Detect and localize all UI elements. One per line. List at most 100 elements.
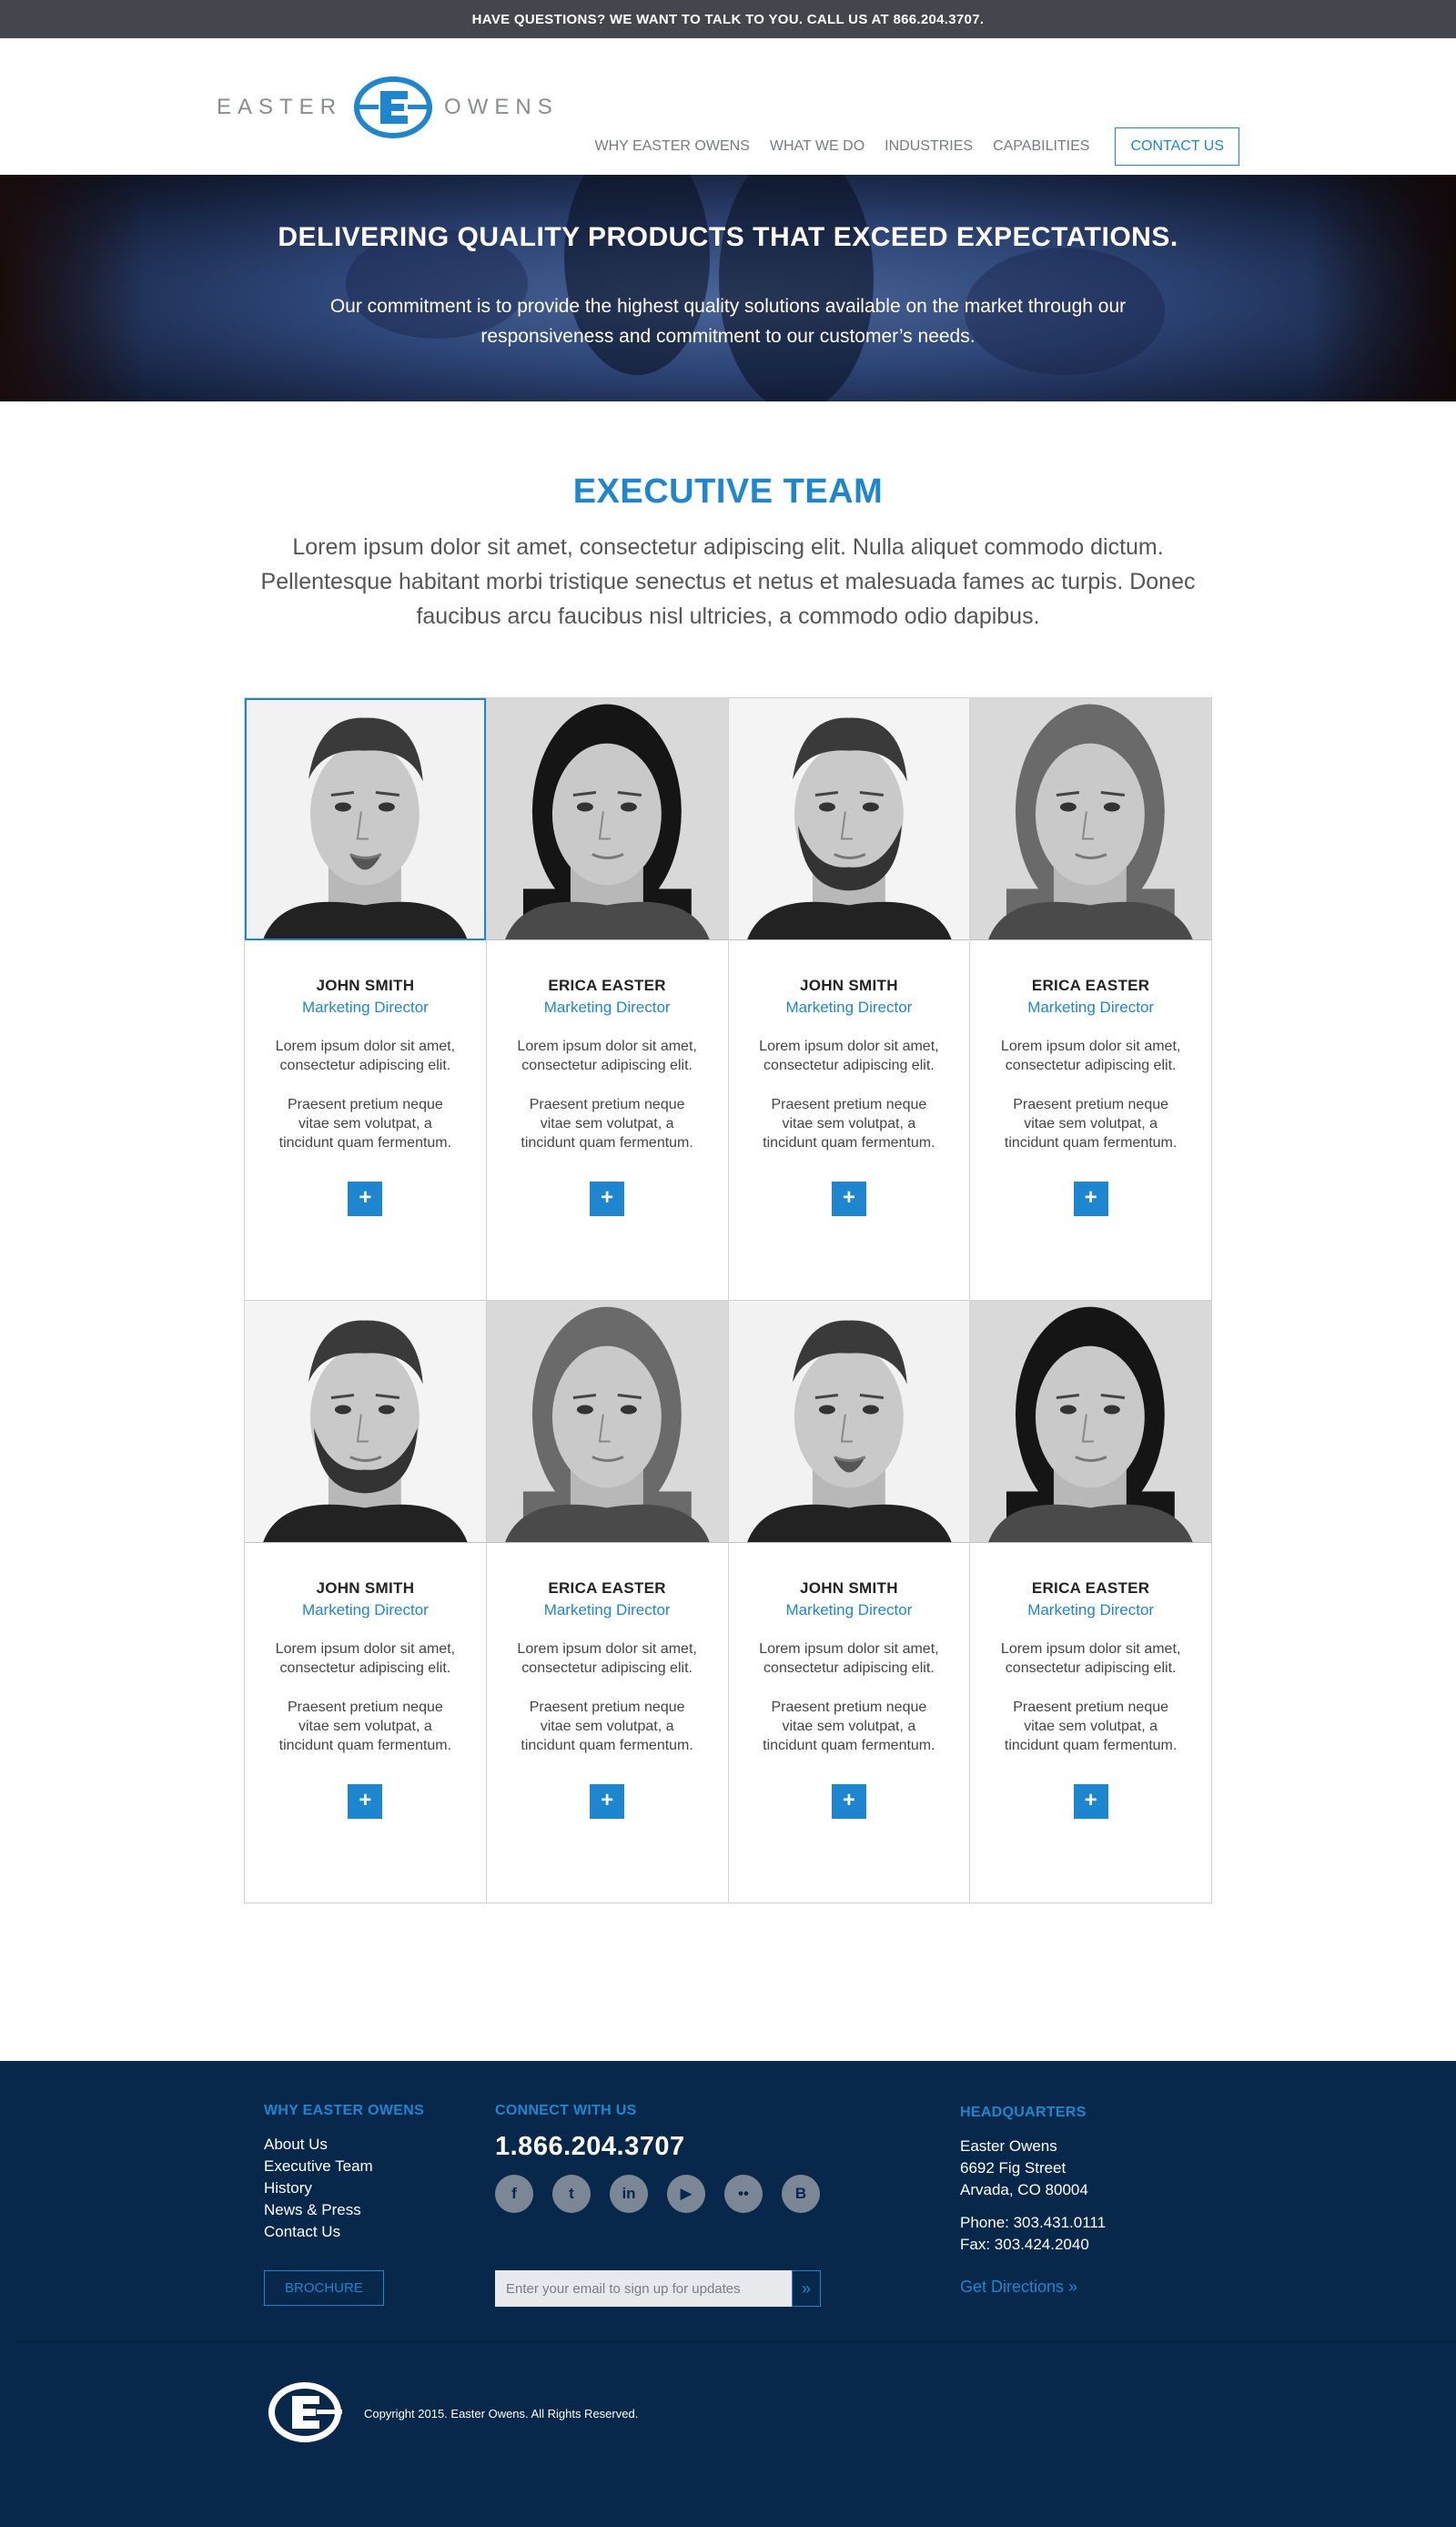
team-member-bio-1: Lorem ipsum dolor sit amet, consectetur … xyxy=(517,1641,697,1676)
expand-bio-button[interactable]: + xyxy=(831,1182,866,1216)
expand-bio-button[interactable]: + xyxy=(590,1182,625,1216)
expand-bio-button[interactable]: + xyxy=(1073,1784,1108,1819)
team-member-photo[interactable] xyxy=(245,698,486,940)
hq-address-line: Easter Owens xyxy=(960,2137,1057,2155)
team-member-card[interactable]: ERICA EASTER Marketing Director Lorem ipsu… xyxy=(970,698,1212,1301)
team-grid: JOHN SMITH Marketing Director Lorem ipsum … xyxy=(244,697,1212,1903)
email-signup-input[interactable] xyxy=(495,2270,792,2307)
team-member-name: JOHN SMITH xyxy=(799,977,898,994)
youtube-icon[interactable]: ▶ xyxy=(667,2175,705,2213)
twitter-icon[interactable]: t xyxy=(552,2175,591,2213)
team-member-card[interactable]: JOHN SMITH Marketing Director Lorem ipsum … xyxy=(728,698,971,1301)
hq-phone: Phone: 303.431.0111 xyxy=(960,2214,1107,2231)
nav-what-we-do[interactable]: WHAT WE DO xyxy=(770,138,864,155)
team-member-bio-2: Praesent pretium neque vitae sem volutpa… xyxy=(278,1097,452,1151)
contact-us-button[interactable]: CONTACT US xyxy=(1115,127,1239,166)
team-member-body: JOHN SMITH Marketing Director Lorem ipsum … xyxy=(245,1579,486,1819)
footer-link-history[interactable]: History xyxy=(264,2177,424,2199)
team-member-bio-1: Lorem ipsum dolor sit amet, consectetur … xyxy=(1000,1641,1181,1676)
team-member-body: JOHN SMITH Marketing Director Lorem ipsum … xyxy=(245,977,486,1216)
logo-word-left: EASTER xyxy=(217,95,343,119)
nav-industries[interactable]: INDUSTRIES xyxy=(885,138,973,155)
footer-link-executive-team[interactable]: Executive Team xyxy=(264,2156,424,2177)
team-member-card[interactable]: JOHN SMITH Marketing Director Lorem ipsum … xyxy=(245,698,487,1301)
team-member-body: ERICA EASTER Marketing Director Lorem ipsu… xyxy=(970,977,1211,1216)
team-member-body: ERICA EASTER Marketing Director Lorem ipsu… xyxy=(970,1579,1211,1819)
team-member-body: ERICA EASTER Marketing Director Lorem ipsu… xyxy=(487,1579,728,1819)
copyright-text: Copyright 2015. Easter Owens. All Rights… xyxy=(364,2407,639,2420)
team-member-bio-1: Lorem ipsum dolor sit amet, consectetur … xyxy=(1000,1039,1181,1073)
team-member-card[interactable]: ERICA EASTER Marketing Director Lorem ipsu… xyxy=(486,698,729,1301)
footer-link-contact-us[interactable]: Contact Us xyxy=(264,2221,424,2243)
hq-address: Easter Owens 6692 Fig Street Arvada, CO … xyxy=(960,2136,1106,2256)
team-member-card[interactable]: ERICA EASTER Marketing Director Lorem ipsu… xyxy=(970,1301,1212,1903)
expand-bio-button[interactable]: + xyxy=(1073,1182,1108,1216)
site-logo[interactable]: EASTER OWENS xyxy=(217,73,559,142)
team-member-bio-2: Praesent pretium neque vitae sem volutpa… xyxy=(521,1700,693,1753)
nav-why-easter-owens[interactable]: WHY EASTER OWENS xyxy=(594,138,749,155)
team-member-name: JOHN SMITH xyxy=(316,977,415,994)
team-member-bio-2: Praesent pretium neque vitae sem volutpa… xyxy=(1004,1700,1178,1753)
footer-logo-icon[interactable] xyxy=(264,2378,346,2447)
team-member-photo[interactable] xyxy=(728,698,970,940)
get-directions-link[interactable]: Get Directions » xyxy=(960,2278,1106,2297)
team-member-card[interactable]: JOHN SMITH Marketing Director Lorem ipsum … xyxy=(728,1301,971,1903)
section-title: EXECUTIVE TEAM xyxy=(572,472,884,511)
hero-title: DELIVERING QUALITY PRODUCTS THAT EXCEED … xyxy=(278,222,1178,252)
flickr-icon[interactable]: •• xyxy=(724,2175,763,2213)
expand-bio-button[interactable]: + xyxy=(590,1784,625,1819)
team-member-bio-2: Praesent pretium neque vitae sem volutpa… xyxy=(763,1097,935,1151)
team-member-role: Marketing Director xyxy=(543,999,671,1016)
expand-bio-button[interactable]: + xyxy=(348,1182,383,1216)
social-icons: f t in ▶ •• B xyxy=(495,2175,839,2213)
hq-address-line: Arvada, CO 80004 xyxy=(960,2181,1088,2198)
section-intro: Lorem ipsum dolor sit amet, consectetur … xyxy=(260,534,1196,629)
site-header: EASTER OWENS WHY EASTER OWENS WHAT WE DO… xyxy=(0,38,1456,175)
expand-bio-button[interactable]: + xyxy=(831,1784,866,1819)
team-member-card[interactable]: ERICA EASTER Marketing Director Lorem ipsu… xyxy=(486,1301,729,1903)
logo-word-right: OWENS xyxy=(444,95,559,119)
team-member-card[interactable]: JOHN SMITH Marketing Director Lorem ipsum … xyxy=(245,1301,487,1903)
team-member-photo[interactable] xyxy=(970,698,1211,940)
brochure-button[interactable]: BROCHURE xyxy=(264,2270,384,2306)
team-member-bio-2: Praesent pretium neque vitae sem volutpa… xyxy=(1004,1097,1178,1151)
footer-divider xyxy=(15,2341,1456,2342)
team-member-role: Marketing Director xyxy=(785,999,913,1016)
email-signup-submit-button[interactable]: » xyxy=(792,2270,821,2307)
footer-connect-heading: CONNECT WITH US xyxy=(495,2103,637,2118)
footer-link-about-us[interactable]: About Us xyxy=(264,2134,424,2156)
executive-team-section: EXECUTIVE TEAM Lorem ipsum dolor sit ame… xyxy=(0,401,1456,1903)
team-member-name: ERICA EASTER xyxy=(1031,1579,1150,1597)
team-member-role: Marketing Director xyxy=(1027,1601,1155,1619)
team-member-bio-2: Praesent pretium neque vitae sem volutpa… xyxy=(763,1700,935,1753)
team-member-photo[interactable] xyxy=(245,1301,486,1543)
email-signup-form: » xyxy=(495,2270,821,2307)
team-member-role: Marketing Director xyxy=(1027,999,1155,1016)
team-member-bio-1: Lorem ipsum dolor sit amet, consectetur … xyxy=(275,1641,456,1676)
footer-hq-heading: HEADQUARTERS xyxy=(960,2105,1087,2120)
announcement-text: HAVE QUESTIONS? WE WANT TO TALK TO YOU. … xyxy=(471,11,985,27)
footer-link-news-press[interactable]: News & Press xyxy=(264,2199,424,2221)
team-member-photo[interactable] xyxy=(486,1301,728,1543)
team-member-name: JOHN SMITH xyxy=(799,1579,898,1597)
main-nav: WHY EASTER OWENS WHAT WE DO INDUSTRIES C… xyxy=(574,127,1239,166)
team-member-photo[interactable] xyxy=(970,1301,1211,1543)
top-announcement-bar: HAVE QUESTIONS? WE WANT TO TALK TO YOU. … xyxy=(0,0,1456,38)
team-member-role: Marketing Director xyxy=(785,1601,913,1619)
nav-capabilities[interactable]: CAPABILITIES xyxy=(993,138,1089,155)
linkedin-icon[interactable]: in xyxy=(610,2175,648,2213)
team-member-name: ERICA EASTER xyxy=(548,977,666,994)
team-member-role: Marketing Director xyxy=(301,1601,429,1619)
team-member-bio-1: Lorem ipsum dolor sit amet, consectetur … xyxy=(275,1039,456,1073)
footer-phone[interactable]: 1.866.204.3707 xyxy=(495,2132,839,2162)
team-member-bio-1: Lorem ipsum dolor sit amet, consectetur … xyxy=(759,1641,939,1676)
blogger-icon[interactable]: B xyxy=(782,2175,820,2213)
team-member-photo[interactable] xyxy=(728,1301,970,1543)
facebook-icon[interactable]: f xyxy=(495,2175,533,2213)
footer-connect-column: CONNECT WITH US 1.866.204.3707 f t in ▶ •• B xyxy=(495,2103,839,2213)
expand-bio-button[interactable]: + xyxy=(348,1784,383,1819)
footer-why-heading: WHY EASTER OWENS xyxy=(264,2103,425,2118)
team-member-bio-1: Lorem ipsum dolor sit amet, consectetur … xyxy=(759,1039,939,1073)
easter-owens-e-logo-icon xyxy=(354,76,433,138)
team-member-photo[interactable] xyxy=(486,698,728,940)
